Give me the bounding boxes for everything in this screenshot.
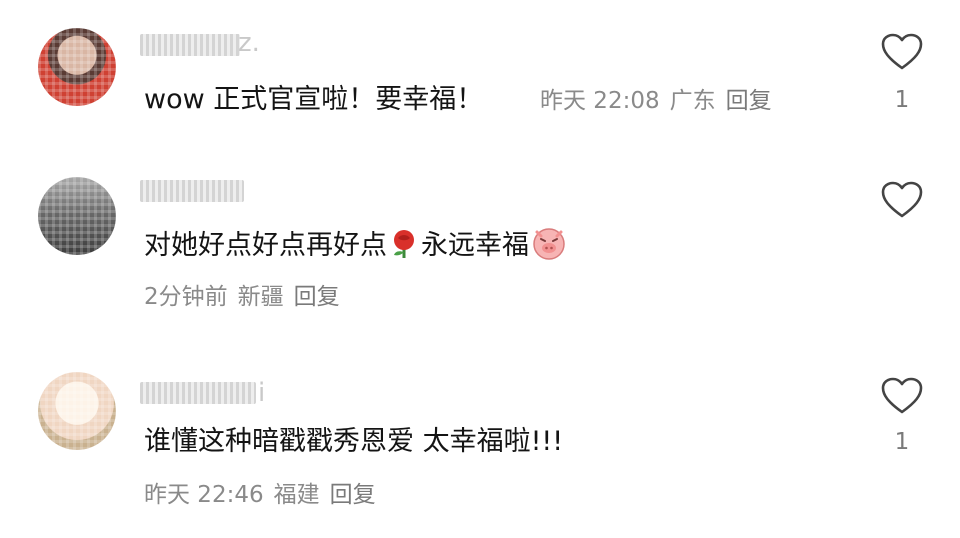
avatar[interactable] [38, 177, 116, 255]
comment-time: 昨天 22:08 [540, 88, 660, 114]
heart-outline-icon[interactable] [880, 180, 924, 220]
comment-time: 昨天 22:46 [144, 482, 264, 508]
comment-meta: 昨天 22:08 广东 回复 [540, 86, 782, 116]
rose-emoji [394, 230, 414, 258]
heart-outline-icon[interactable] [880, 32, 924, 72]
reply-button[interactable]: 回复 [294, 284, 340, 310]
username-tail: i [258, 378, 266, 408]
comment-text: 对她好点好点再好点 永远幸福 [144, 226, 569, 264]
comment-text-part: 对她好点好点再好点 [144, 230, 387, 261]
username-blurred[interactable] [140, 180, 244, 202]
like-count: 1 [894, 429, 910, 455]
username-blurred[interactable] [140, 34, 240, 56]
comment-text-part: 永远幸福 [421, 230, 529, 261]
heart-outline-icon[interactable] [880, 376, 924, 416]
reply-button[interactable]: 回复 [330, 482, 376, 508]
comment-meta: 昨天 22:46 福建 回复 [144, 480, 386, 510]
like-count: 1 [894, 87, 910, 113]
avatar[interactable] [38, 28, 116, 106]
comment-text: wow 正式官宣啦！要幸福！ [144, 84, 484, 115]
comment-location: 广东 [669, 88, 716, 114]
reply-button[interactable]: 回复 [726, 88, 772, 114]
comment-text: 谁懂这种暗戳戳秀恩爱 太幸福啦!!! [144, 426, 564, 457]
comment-time: 2分钟前 [144, 284, 228, 310]
comment-meta: 2分钟前 新疆 回复 [144, 282, 350, 312]
comment-location: 福建 [273, 482, 320, 508]
comment-location: 新疆 [237, 284, 284, 310]
piggy-emoji [533, 228, 565, 260]
username-blurred[interactable] [140, 382, 256, 404]
username-tail: z. [238, 28, 260, 58]
avatar[interactable] [38, 372, 116, 450]
